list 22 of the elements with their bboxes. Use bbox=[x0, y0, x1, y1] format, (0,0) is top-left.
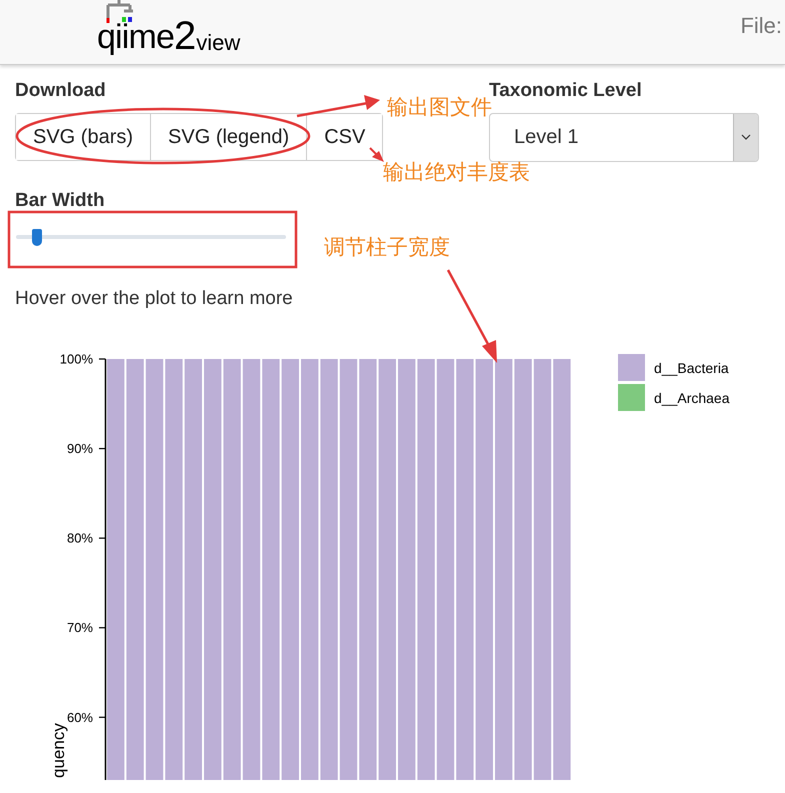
y-tick-label: 80% bbox=[66, 530, 93, 546]
legend-label: d__Bacteria bbox=[654, 360, 729, 376]
file-label: File: bbox=[740, 12, 783, 40]
y-tick-label: 70% bbox=[66, 620, 93, 635]
annotation-text: 输出绝对丰度表 bbox=[383, 159, 530, 186]
slider-thumb[interactable] bbox=[32, 229, 42, 246]
annotation-text: 输出图文件 bbox=[387, 95, 492, 121]
chevron-down-icon bbox=[741, 134, 751, 140]
y-tick-label: 90% bbox=[66, 440, 93, 456]
hover-hint: Hover over the plot to learn more bbox=[15, 287, 294, 311]
y-tick-label: 60% bbox=[66, 709, 93, 724]
bar-width-label: Bar Width bbox=[15, 188, 106, 212]
legend-label: d__Archaea bbox=[654, 390, 730, 406]
taxonomic-level-label: Taxonomic Level bbox=[489, 79, 643, 101]
download-label: Download bbox=[15, 79, 107, 103]
download-button[interactable]: CSV bbox=[306, 114, 382, 160]
y-tick-label: 100% bbox=[60, 351, 93, 366]
level-select[interactable]: Level 1 bbox=[489, 112, 759, 162]
y-axis-label: quency bbox=[49, 722, 68, 778]
annotation-text: 调节柱子宽度 bbox=[324, 234, 450, 261]
logo: qiime2view bbox=[97, 14, 240, 54]
arrow bbox=[369, 147, 384, 162]
